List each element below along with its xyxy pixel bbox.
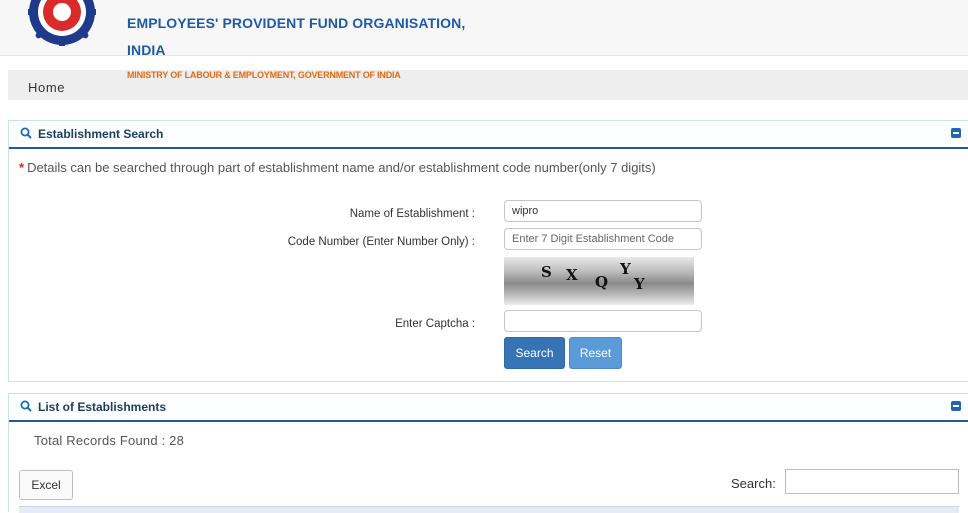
table-search-input[interactable] xyxy=(785,469,959,494)
search-icon xyxy=(20,127,32,139)
establishment-name-input[interactable] xyxy=(504,200,702,222)
panel-title: List of Establishments xyxy=(38,400,167,414)
table-header-row xyxy=(19,506,959,513)
captcha-char: Y xyxy=(634,275,645,293)
ministry-tagline: MINISTRY OF LABOUR & EMPLOYMENT, GOVERNM… xyxy=(127,70,401,80)
org-title-line1: EMPLOYEES' PROVIDENT FUND ORGANISATION, xyxy=(127,15,466,31)
search-note: * Details can be searched through part of… xyxy=(19,160,656,175)
captcha-char: Y xyxy=(620,260,631,278)
site-header: EMPLOYEES' PROVIDENT FUND ORGANISATION, … xyxy=(0,0,968,58)
search-icon xyxy=(20,400,32,412)
required-asterisk: * xyxy=(19,160,25,175)
establishment-list-panel: List of Establishments Total Records Fou… xyxy=(8,393,968,513)
collapse-icon[interactable] xyxy=(951,401,961,411)
panel-header: List of Establishments xyxy=(9,394,968,422)
collapse-icon[interactable] xyxy=(951,128,961,138)
captcha-char: Q xyxy=(595,273,609,291)
captcha-char: X xyxy=(566,266,578,284)
search-note-text: Details can be searched through part of … xyxy=(27,160,656,175)
panel-title: Establishment Search xyxy=(38,127,164,141)
table-search-label: Search: xyxy=(731,476,776,491)
establishment-search-panel: Establishment Search * Details can be sea… xyxy=(8,120,968,382)
captcha-char: S xyxy=(541,263,552,281)
search-button[interactable]: Search xyxy=(504,337,565,369)
org-title: EMPLOYEES' PROVIDENT FUND ORGANISATION, … xyxy=(127,10,465,64)
nav-home-link[interactable]: Home xyxy=(28,80,65,95)
establishment-code-input[interactable] xyxy=(504,228,702,250)
enter-captcha-label: Enter Captcha : xyxy=(395,318,475,330)
name-of-establishment-label: Name of Establishment : xyxy=(349,208,475,220)
reset-button[interactable]: Reset xyxy=(569,337,622,369)
excel-export-button[interactable]: Excel xyxy=(19,470,73,500)
org-title-line2: INDIA xyxy=(127,42,166,58)
total-records-text: Total Records Found : 28 xyxy=(34,433,185,448)
captcha-image: S X Q Y Y xyxy=(504,257,694,305)
captcha-input[interactable] xyxy=(504,310,702,332)
epfo-logo-icon xyxy=(28,0,96,46)
panel-header: Establishment Search xyxy=(9,121,968,149)
code-number-label: Code Number (Enter Number Only) : xyxy=(287,236,475,248)
